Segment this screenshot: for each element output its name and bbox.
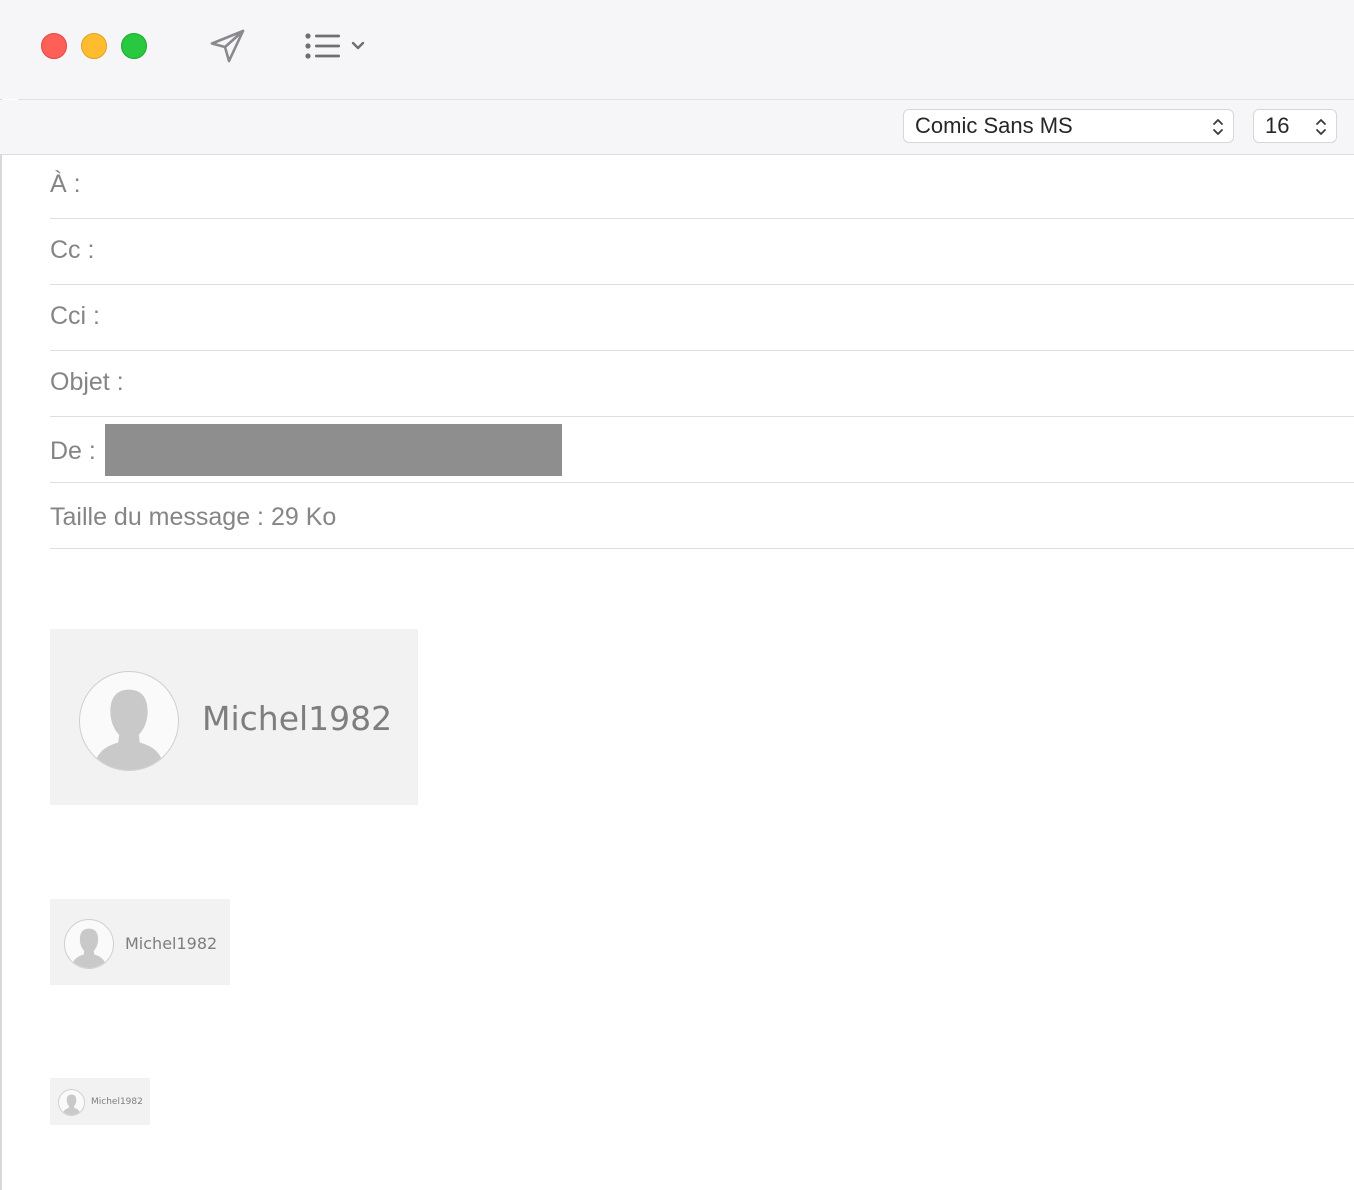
paper-plane-send-icon	[210, 29, 245, 63]
signature-block-small: Michel1982	[50, 1078, 150, 1125]
avatar	[58, 1089, 85, 1116]
from-label: De :	[50, 437, 96, 465]
font-size-select[interactable]: 16	[1253, 109, 1337, 143]
message-size-row: Taille du message : 29 Ko	[50, 483, 1354, 549]
signature-name: Michel1982	[125, 934, 218, 953]
from-field[interactable]: De :	[50, 417, 1354, 483]
close-window-button[interactable]	[41, 33, 67, 59]
format-bar: Comic Sans MS 16	[0, 100, 1354, 155]
title-bar	[0, 0, 1354, 99]
cc-label: Cc :	[50, 236, 95, 264]
compose-window: Comic Sans MS 16 À : Cc : Cci : Objet : …	[0, 0, 1354, 1190]
user-silhouette-icon	[96, 689, 162, 770]
window-edge	[0, 0, 2, 1190]
font-family-value: Comic Sans MS	[915, 113, 1073, 138]
cc-field[interactable]: Cc :	[50, 219, 1354, 285]
subject-label: Objet :	[50, 368, 124, 396]
to-label: À :	[50, 170, 81, 198]
header-fields-menu-button[interactable]	[304, 30, 374, 62]
send-button[interactable]	[206, 26, 248, 66]
signature-name: Michel1982	[91, 1097, 143, 1107]
updown-chevron-icon	[1213, 119, 1223, 135]
signature-block-large: Michel1982	[50, 629, 418, 805]
signature-block-medium: Michel1982	[50, 899, 230, 985]
avatar	[79, 671, 179, 771]
redacted-sender-address	[105, 424, 562, 476]
subject-field[interactable]: Objet :	[50, 351, 1354, 417]
user-silhouette-icon	[73, 928, 105, 968]
font-family-select[interactable]: Comic Sans MS	[903, 109, 1234, 143]
chevron-down-icon	[351, 41, 365, 50]
message-size-label: Taille du message : 29 Ko	[50, 503, 337, 531]
to-field[interactable]: À :	[50, 153, 1354, 219]
bcc-label: Cci :	[50, 302, 100, 330]
user-silhouette-icon	[63, 1094, 80, 1115]
minimize-window-button[interactable]	[81, 33, 107, 59]
bulleted-list-icon	[305, 33, 365, 59]
bcc-field[interactable]: Cci :	[50, 285, 1354, 351]
avatar	[64, 919, 114, 969]
zoom-window-button[interactable]	[121, 33, 147, 59]
updown-chevron-icon	[1316, 119, 1326, 135]
font-size-value: 16	[1265, 113, 1290, 138]
signature-name: Michel1982	[202, 699, 393, 738]
